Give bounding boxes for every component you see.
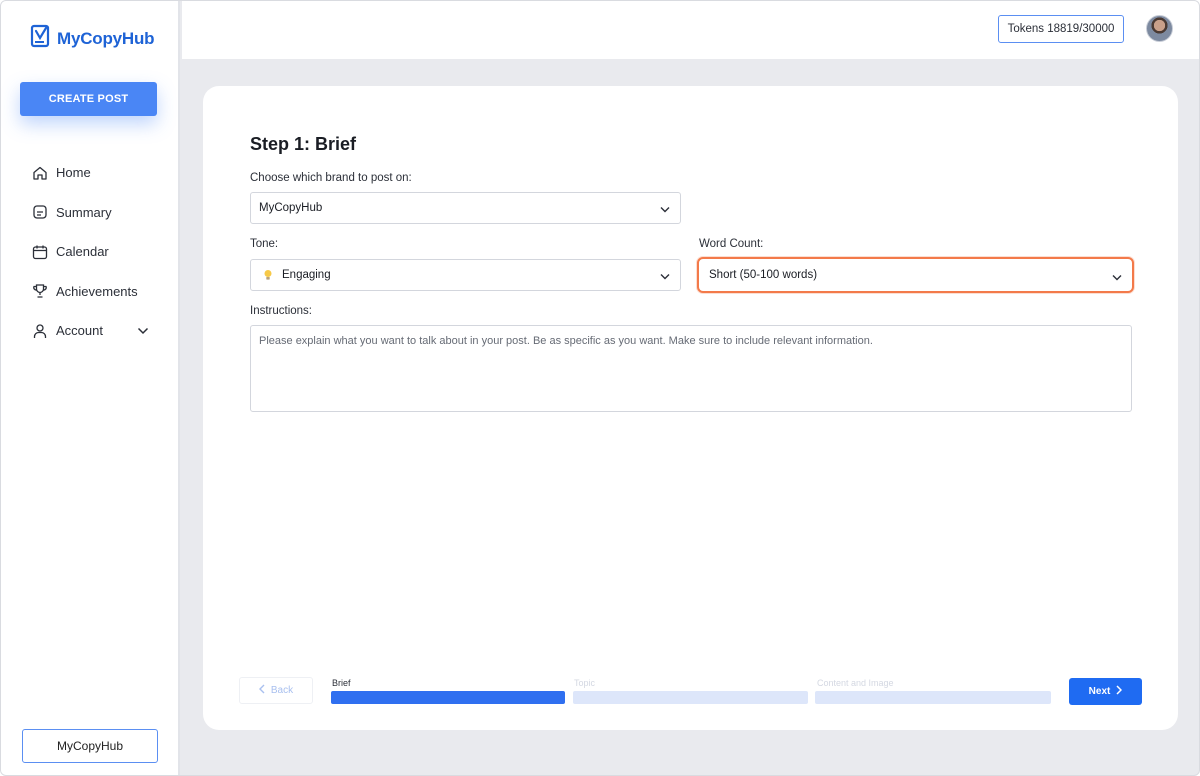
progress-bar-topic: [573, 691, 808, 704]
sidebar-item-home[interactable]: Home: [31, 153, 161, 193]
back-button[interactable]: Back: [239, 677, 313, 704]
calendar-icon: [31, 243, 49, 261]
user-icon: [31, 322, 49, 340]
sidebar-nav: Home Summary Calendar Achievements Accou…: [31, 153, 161, 351]
sidebar-item-achievements[interactable]: Achievements: [31, 272, 161, 312]
brand-select-value: MyCopyHub: [259, 202, 323, 214]
sidebar-item-account[interactable]: Account: [31, 311, 161, 351]
sidebar-item-calendar[interactable]: Calendar: [31, 232, 161, 272]
word-count-select-value: Short (50-100 words): [709, 269, 818, 281]
instructions-textarea[interactable]: Please explain what you want to talk abo…: [250, 325, 1132, 412]
instructions-label: Instructions:: [250, 305, 312, 317]
step-label-brief: Brief: [332, 678, 351, 688]
brief-card: Step 1: Brief Choose which brand to post…: [203, 86, 1178, 730]
top-header: Tokens 18819/30000: [182, 1, 1199, 59]
brand-switch-button[interactable]: MyCopyHub: [22, 729, 158, 763]
chevron-left-icon: [258, 684, 265, 697]
chevron-down-icon: [660, 204, 670, 216]
word-count-select[interactable]: Short (50-100 words): [697, 257, 1134, 293]
sidebar: MyCopyHub CREATE POST Home Summary Calen…: [1, 1, 180, 775]
chevron-down-icon: [660, 271, 670, 283]
sidebar-item-label: Achievements: [56, 283, 138, 299]
logo[interactable]: MyCopyHub: [30, 24, 155, 53]
lightbulb-icon: [263, 269, 273, 281]
progress-bar-content: [815, 691, 1051, 704]
back-button-label: Back: [270, 685, 294, 696]
create-post-button[interactable]: CREATE POST: [20, 82, 157, 116]
sidebar-item-label: Calendar: [56, 244, 109, 260]
chevron-right-icon: [1116, 685, 1123, 698]
step-label-topic: Topic: [574, 678, 596, 688]
page-title: Step 1: Brief: [250, 134, 357, 154]
sidebar-item-label: Summary: [56, 204, 112, 220]
logo-icon: [30, 24, 52, 53]
tone-select[interactable]: Engaging: [250, 259, 681, 291]
chevron-down-icon: [1112, 272, 1122, 284]
tone-select-value: Engaging: [282, 269, 331, 281]
step-label-content: Content and Image: [817, 678, 894, 688]
brand-label: Choose which brand to post on:: [250, 172, 412, 184]
sidebar-item-label: Home: [56, 165, 91, 181]
logo-text: MyCopyHub: [57, 28, 155, 48]
word-count-label: Word Count:: [699, 238, 764, 250]
app-window: MyCopyHub CREATE POST Home Summary Calen…: [0, 0, 1200, 776]
next-button[interactable]: Next: [1069, 678, 1142, 705]
chevron-down-icon[interactable]: [137, 323, 149, 338]
tone-label: Tone:: [250, 238, 279, 250]
document-icon: [31, 203, 49, 221]
progress-bar-brief: [331, 691, 565, 704]
sidebar-item-summary[interactable]: Summary: [31, 193, 161, 233]
avatar[interactable]: [1146, 15, 1173, 42]
home-icon: [31, 164, 49, 182]
tokens-counter[interactable]: Tokens 18819/30000: [998, 15, 1124, 43]
next-button-label: Next: [1088, 686, 1111, 697]
trophy-icon: [31, 282, 49, 300]
brand-select[interactable]: MyCopyHub: [250, 192, 681, 224]
sidebar-item-label: Account: [56, 323, 103, 339]
